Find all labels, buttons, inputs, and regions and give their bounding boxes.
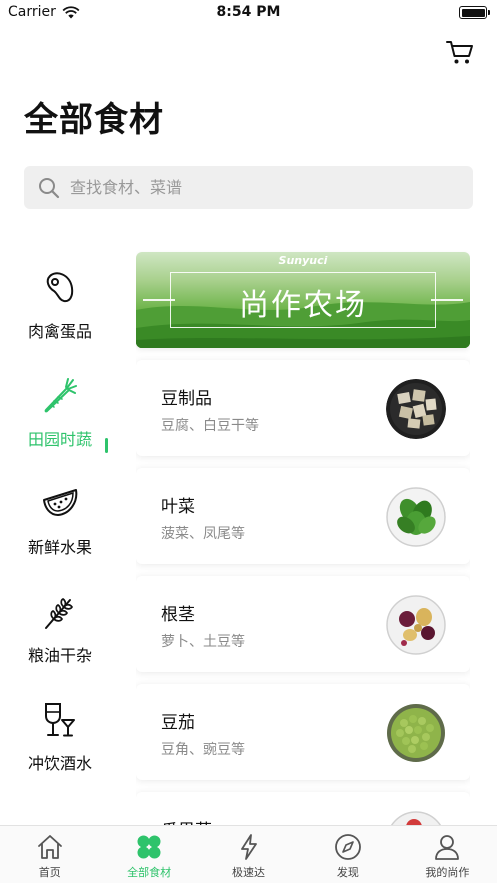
home-icon <box>37 835 62 859</box>
card-title: 豆制品 <box>161 389 212 409</box>
card-title: 根茎 <box>161 605 195 625</box>
tab-profile[interactable]: 我的尚作 <box>398 826 497 883</box>
cart-button[interactable] <box>445 38 475 66</box>
subcategory-card-roots[interactable]: 根茎 萝卜、土豆等 <box>136 576 470 672</box>
farm-banner[interactable]: Sunyuci 尚作农场 <box>136 252 470 348</box>
subcategory-card-leafy[interactable]: 叶菜 菠菜、凤尾等 <box>136 468 470 564</box>
tab-label: 我的尚作 <box>425 866 470 879</box>
tab-all-ingredients[interactable]: 全部食材 <box>99 826 198 883</box>
more-icon <box>40 808 80 825</box>
page-title: 全部食材 <box>24 100 164 140</box>
search-icon <box>39 177 60 198</box>
card-subtitle: 豆腐、白豆干等 <box>161 418 259 434</box>
tab-label: 首页 <box>38 866 61 879</box>
category-label: 冲饮酒水 <box>27 754 92 773</box>
category-more[interactable] <box>0 790 120 825</box>
meat-icon <box>46 272 74 303</box>
category-fruits[interactable]: 新鲜水果 <box>0 466 120 574</box>
banner-brand: Sunyuci <box>278 254 328 267</box>
category-drinks[interactable]: 冲饮酒水 <box>0 682 120 790</box>
peas-thumb <box>387 704 445 762</box>
tab-express[interactable]: 极速达 <box>199 826 298 883</box>
battery-icon <box>459 6 490 19</box>
status-bar: Carrier 8:54 PM <box>0 0 497 26</box>
tofu-thumb <box>386 379 446 439</box>
tab-label: 极速达 <box>232 866 266 879</box>
carrot-icon <box>44 378 77 413</box>
card-subtitle: 萝卜、土豆等 <box>161 634 245 650</box>
search-bar[interactable] <box>24 166 473 209</box>
watermelon-icon <box>43 489 78 516</box>
card-subtitle: 豆角、豌豆等 <box>161 742 245 758</box>
card-title: 豆茄 <box>161 713 195 733</box>
person-icon <box>435 835 460 860</box>
category-sidebar: 肉禽蛋品 田园时蔬 新鲜水果 粮油干杂 冲饮酒水 <box>0 250 120 825</box>
search-input[interactable] <box>70 178 430 197</box>
status-time: 8:54 PM <box>216 4 281 20</box>
tab-bar: 首页 全部食材 极速达 发现 我的尚作 <box>0 825 497 883</box>
category-label: 新鲜水果 <box>27 538 92 557</box>
subcategory-card-tofu[interactable]: 豆制品 豆腐、白豆干等 <box>136 360 470 456</box>
banner-title: 尚作农场 <box>239 288 367 323</box>
tab-label: 发现 <box>336 866 359 879</box>
wheat-icon <box>45 598 73 629</box>
card-title: 瓜果菜 <box>161 816 212 825</box>
melon-thumb <box>390 811 442 825</box>
leafy-greens-thumb <box>386 487 446 547</box>
subcategory-list: Sunyuci 尚作农场 豆制品 豆腐、白豆干等 叶菜 菠菜、凤尾等 根茎 萝卜… <box>136 250 470 825</box>
category-label: 粮油干杂 <box>27 646 92 665</box>
tab-label: 全部食材 <box>127 866 172 879</box>
compass-icon <box>335 834 361 860</box>
tab-home[interactable]: 首页 <box>0 826 99 883</box>
lightning-icon <box>240 834 257 860</box>
category-grain-oil[interactable]: 粮油干杂 <box>0 574 120 682</box>
category-vegetables[interactable]: 田园时蔬 <box>0 358 120 466</box>
card-title: 叶菜 <box>161 497 195 517</box>
category-meat-eggs[interactable]: 肉禽蛋品 <box>0 250 120 358</box>
drinks-icon <box>45 703 75 737</box>
subcategory-card-beans[interactable]: 豆茄 豆角、豌豆等 <box>136 684 470 780</box>
clover-icon <box>137 835 161 859</box>
category-label: 肉禽蛋品 <box>27 322 92 341</box>
cart-icon <box>446 41 473 64</box>
subcategory-card-melons[interactable]: 瓜果菜 <box>136 792 470 825</box>
active-indicator <box>105 438 108 453</box>
category-label: 田园时蔬 <box>27 430 92 449</box>
tab-discover[interactable]: 发现 <box>298 826 397 883</box>
card-subtitle: 菠菜、凤尾等 <box>161 526 245 542</box>
root-vegetables-thumb <box>386 595 446 655</box>
